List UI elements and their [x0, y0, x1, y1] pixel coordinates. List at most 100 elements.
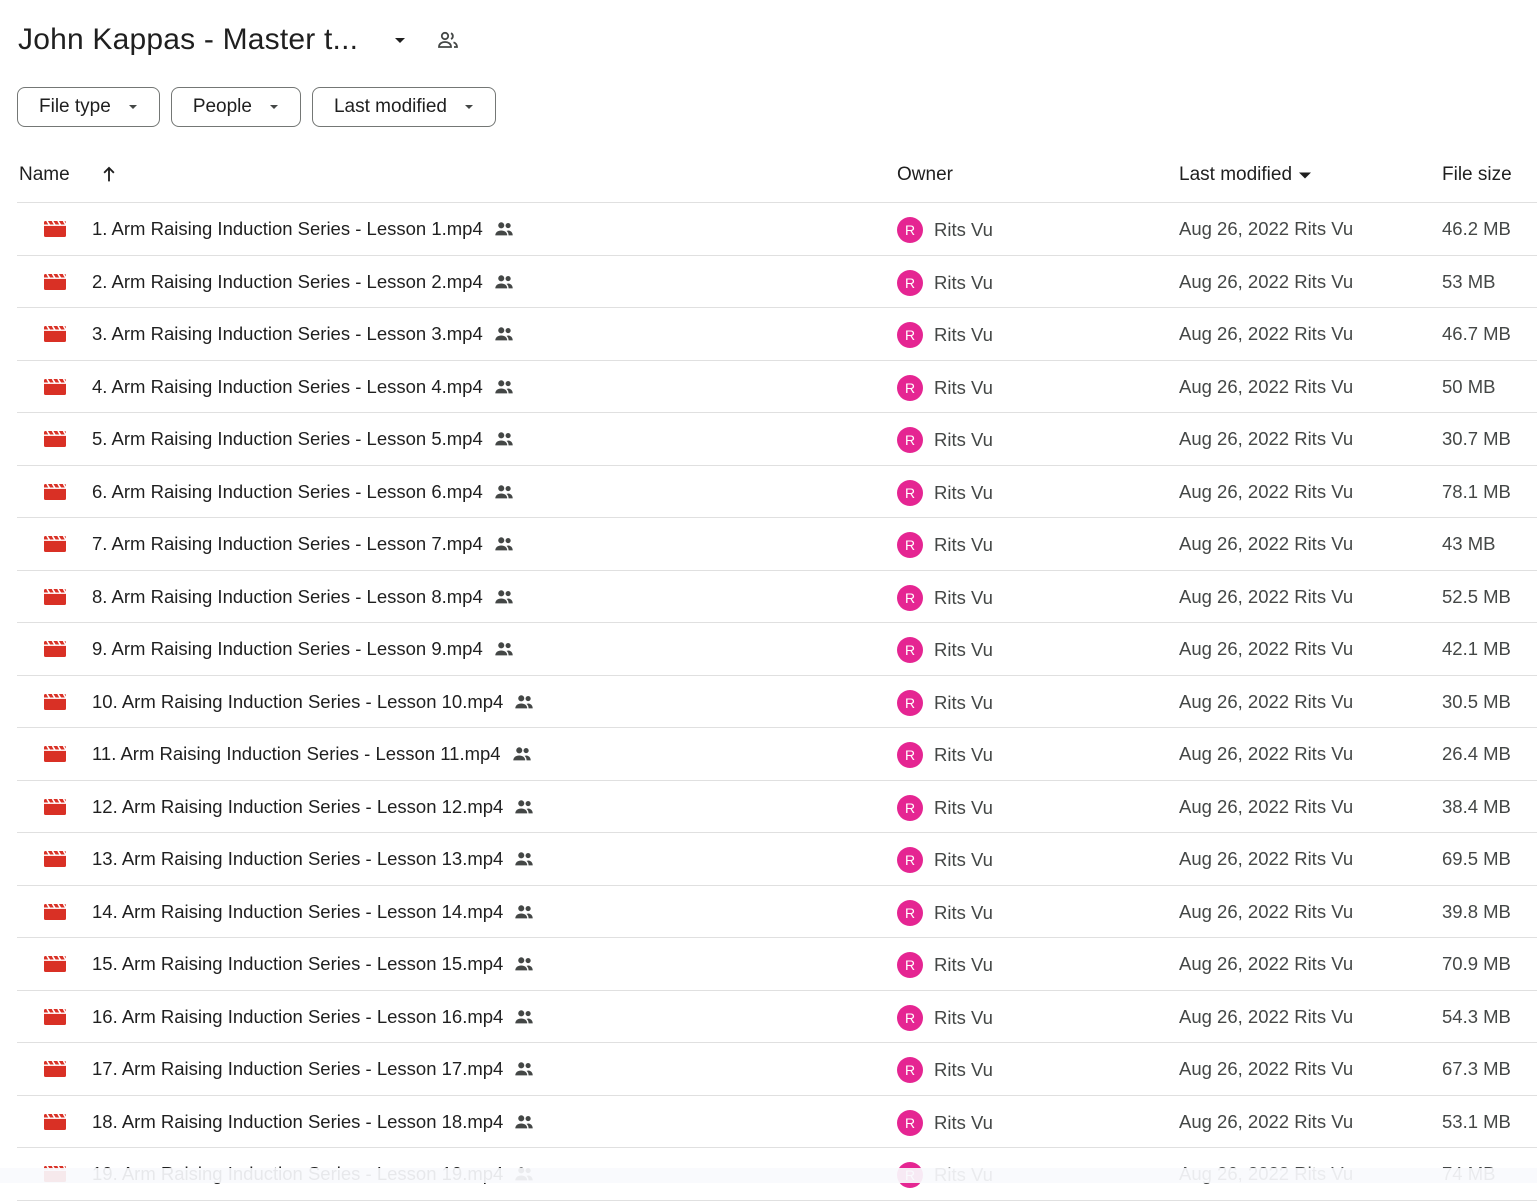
video-file-icon: [44, 744, 67, 767]
avatar: R: [897, 479, 923, 506]
table-row[interactable]: 14. Arm Raising Induction Series - Lesso…: [17, 886, 1537, 938]
owner-cell: R Rits Vu: [897, 217, 993, 243]
video-file-icon: [44, 639, 67, 662]
last-modified-cell: Aug 26, 2022 Rits Vu: [1179, 743, 1354, 764]
table-header: Name Owner Last modified File size: [17, 150, 1537, 203]
avatar: R: [897, 794, 923, 821]
last-modified-filter-button[interactable]: Last modified: [311, 87, 496, 127]
table-row[interactable]: 8. Arm Raising Induction Series - Lesson…: [17, 571, 1537, 623]
owner-cell: R Rits Vu: [897, 269, 993, 296]
owner-name: Rits Vu: [934, 639, 993, 660]
owner-name: Rits Vu: [934, 586, 993, 608]
file-name-label: 18. Arm Raising Induction Series - Lesso…: [92, 1110, 504, 1132]
file-name: 16. Arm Raising Induction Series - Lesso…: [92, 1006, 535, 1028]
file-size-cell: 67.3 MB: [1442, 1058, 1511, 1079]
folder-title[interactable]: John Kappas - Master t...: [18, 23, 358, 57]
video-file-icon: [44, 324, 67, 347]
owner-name: Rits Vu: [934, 376, 993, 398]
file-size-cell: 70.9 MB: [1442, 953, 1511, 974]
table-row[interactable]: 4. Arm Raising Induction Series - Lesson…: [17, 361, 1537, 413]
arrow-drop-down-icon: [1299, 172, 1312, 179]
table-row[interactable]: 16. Arm Raising Induction Series - Lesso…: [17, 991, 1537, 1043]
sort-ascending-icon[interactable]: [97, 162, 121, 186]
shared-people-icon: [515, 799, 534, 813]
file-name-label: 15. Arm Raising Induction Series - Lesso…: [92, 953, 504, 974]
file-name-label: 8. Arm Raising Induction Series - Lesson…: [92, 585, 483, 607]
owner-cell: R Rits Vu: [897, 689, 993, 716]
arrow-drop-down-icon: [269, 105, 278, 109]
file-name: 8. Arm Raising Induction Series - Lesson…: [92, 586, 515, 608]
table-row[interactable]: 10. Arm Raising Induction Series - Lesso…: [17, 676, 1537, 728]
owner-cell: R Rits Vu: [897, 1057, 993, 1083]
file-name-label: 2. Arm Raising Induction Series - Lesson…: [92, 270, 483, 292]
video-file-icon: [44, 377, 67, 400]
owner-cell: R Rits Vu: [897, 952, 993, 978]
file-size-cell: 30.5 MB: [1442, 690, 1511, 712]
table-row[interactable]: 17. Arm Raising Induction Series - Lesso…: [17, 1043, 1537, 1096]
video-file-icon: [44, 1059, 67, 1082]
video-file-icon: [44, 692, 67, 715]
file-name: 3. Arm Raising Induction Series - Lesson…: [92, 323, 515, 345]
table-row[interactable]: 18. Arm Raising Induction Series - Lesso…: [17, 1096, 1537, 1148]
file-name: 1. Arm Raising Induction Series - Lesson…: [92, 218, 515, 240]
last-modified-cell: Aug 26, 2022 Rits Vu: [1179, 218, 1354, 239]
table-row[interactable]: 7. Arm Raising Induction Series - Lesson…: [17, 518, 1537, 571]
table-row[interactable]: 13. Arm Raising Induction Series - Lesso…: [17, 833, 1537, 886]
owner-name: Rits Vu: [934, 534, 993, 555]
file-name: 11. Arm Raising Induction Series - Lesso…: [92, 743, 533, 765]
owner-cell: R Rits Vu: [897, 637, 993, 663]
last-modified-filter-label: Last modified: [333, 96, 447, 117]
table-row[interactable]: 2. Arm Raising Induction Series - Lesson…: [17, 256, 1537, 308]
arrow-drop-down-icon[interactable]: [382, 22, 418, 58]
owner-name: Rits Vu: [934, 219, 993, 240]
column-header-owner[interactable]: Owner: [897, 164, 953, 186]
last-modified-cell: Aug 26, 2022 Rits Vu: [1179, 533, 1354, 554]
table-row[interactable]: 15. Arm Raising Induction Series - Lesso…: [17, 938, 1537, 991]
table-row[interactable]: 1. Arm Raising Induction Series - Lesson…: [17, 203, 1537, 256]
file-name: 6. Arm Raising Induction Series - Lesson…: [92, 481, 515, 503]
shared-people-icon: [515, 694, 534, 708]
owner-name: Rits Vu: [934, 324, 993, 345]
file-size-cell: 30.7 MB: [1442, 428, 1511, 449]
last-modified-cell: Aug 26, 2022 Rits Vu: [1179, 1005, 1354, 1027]
owner-name: Rits Vu: [934, 691, 993, 713]
owner-name: Rits Vu: [934, 1006, 993, 1028]
shared-people-icon: [515, 1062, 534, 1076]
file-name: 13. Arm Raising Induction Series - Lesso…: [92, 848, 535, 870]
arrow-drop-down-icon: [465, 105, 473, 109]
last-modified-cell: Aug 26, 2022 Rits Vu: [1179, 953, 1354, 974]
people-filter-button[interactable]: People: [170, 87, 301, 127]
people-filter-label: People: [192, 96, 252, 117]
file-name-label: 16. Arm Raising Induction Series - Lesso…: [92, 1005, 504, 1027]
file-name-label: 7. Arm Raising Induction Series - Lesson…: [92, 533, 483, 554]
avatar: R: [897, 637, 923, 663]
file-type-filter-button[interactable]: File type: [17, 87, 160, 127]
column-header-last-modified[interactable]: Last modified: [1179, 164, 1312, 186]
last-modified-cell: Aug 26, 2022 Rits Vu: [1179, 900, 1354, 922]
table-row[interactable]: 12. Arm Raising Induction Series - Lesso…: [17, 781, 1537, 833]
video-file-icon: [44, 1112, 67, 1135]
column-header-name[interactable]: Name: [19, 164, 70, 186]
owner-cell: R Rits Vu: [897, 742, 993, 768]
column-header-file-size[interactable]: File size: [1442, 164, 1512, 186]
shared-people-icon: [515, 852, 534, 866]
filter-bar: File type People Last modified: [17, 87, 496, 127]
file-size-cell: 53 MB: [1442, 270, 1496, 292]
shared-people-icon: [495, 222, 513, 236]
file-name: 4. Arm Raising Induction Series - Lesson…: [92, 376, 515, 398]
table-row[interactable]: 3. Arm Raising Induction Series - Lesson…: [17, 308, 1537, 361]
owner-name: Rits Vu: [934, 481, 993, 503]
video-file-icon: [44, 534, 67, 557]
file-list-table: Name Owner Last modified File size 1. Ar…: [17, 150, 1537, 1201]
shared-people-icon: [495, 642, 513, 656]
table-row[interactable]: 6. Arm Raising Induction Series - Lesson…: [17, 466, 1537, 518]
file-name-label: 6. Arm Raising Induction Series - Lesson…: [92, 480, 483, 502]
table-row[interactable]: 5. Arm Raising Induction Series - Lesson…: [17, 413, 1537, 466]
file-name-label: 9. Arm Raising Induction Series - Lesson…: [92, 638, 483, 659]
file-name-label: 11. Arm Raising Induction Series - Lesso…: [92, 743, 501, 764]
shared-people-icon[interactable]: [430, 22, 466, 58]
table-row[interactable]: 9. Arm Raising Induction Series - Lesson…: [17, 623, 1537, 676]
file-size-cell: 53.1 MB: [1442, 1110, 1511, 1132]
owner-cell: R Rits Vu: [897, 427, 993, 453]
table-row[interactable]: 11. Arm Raising Induction Series - Lesso…: [17, 728, 1537, 781]
